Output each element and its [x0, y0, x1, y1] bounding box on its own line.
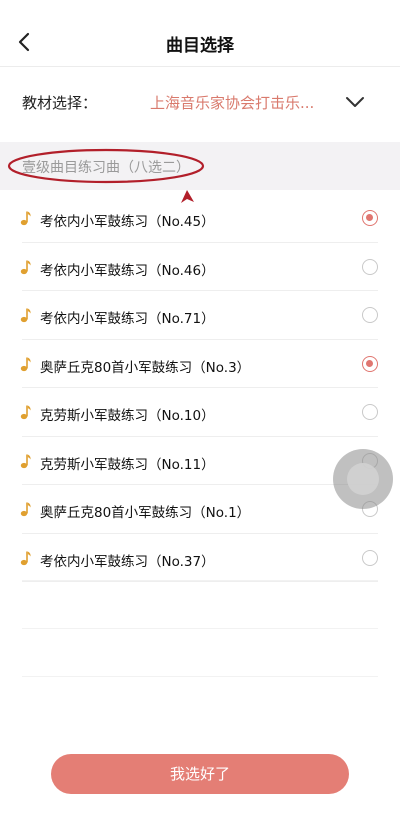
radio-unchecked[interactable]	[362, 549, 378, 566]
music-note-icon	[20, 357, 31, 371]
list-item[interactable]: 考依内小军鼓练习（No.45）	[0, 194, 400, 243]
page-title: 曲目选择	[166, 36, 234, 56]
radio-unchecked[interactable]	[362, 258, 378, 275]
textbook-label: 教材选择：	[22, 94, 98, 112]
textbook-selector[interactable]: 教材选择： 上海音乐家协会打击乐...	[0, 67, 400, 137]
music-note-icon	[20, 454, 31, 468]
list-item[interactable]: 考依内小军鼓练习（No.71）	[0, 291, 400, 340]
textbook-value[interactable]: 上海音乐家协会打击乐...	[150, 92, 322, 113]
empty-divider	[22, 628, 378, 629]
chevron-down-icon[interactable]	[344, 91, 366, 113]
item-label: 考依内小军鼓练习（No.46）	[40, 262, 215, 279]
item-label: 考依内小军鼓练习（No.37）	[40, 553, 215, 570]
list-item[interactable]: 考依内小军鼓练习（No.37）	[0, 534, 400, 582]
item-label: 奥萨丘克80首小军鼓练习（No.3）	[40, 359, 251, 376]
empty-rows	[22, 580, 378, 724]
radio-unchecked[interactable]	[362, 307, 378, 323]
item-label: 考依内小军鼓练习（No.71）	[40, 311, 215, 327]
assistive-touch-inner	[347, 463, 379, 495]
music-note-icon	[20, 551, 31, 565]
item-label: 考依内小军鼓练习（No.45）	[40, 214, 215, 230]
empty-divider	[22, 676, 378, 677]
music-note-icon	[20, 308, 31, 323]
piece-list: 考依内小军鼓练习（No.45） 考依内小军鼓练习（No.46） 考依内小军鼓练习（N…	[0, 194, 400, 582]
confirm-button[interactable]: 我选好了	[51, 754, 349, 794]
list-item[interactable]: 奥萨丘克80首小军鼓练习（No.3）	[0, 340, 400, 388]
radio-checked[interactable]	[362, 210, 378, 226]
music-note-icon	[20, 260, 31, 274]
music-note-icon	[20, 405, 31, 420]
annotation-ellipse	[7, 148, 205, 184]
music-note-icon	[20, 211, 31, 226]
item-label: 克劳斯小军鼓练习（No.10）	[40, 408, 215, 424]
item-label: 克劳斯小军鼓练习（No.11）	[40, 456, 215, 473]
list-item[interactable]: 考依内小军鼓练习（No.46）	[0, 243, 400, 291]
radio-unchecked[interactable]	[362, 404, 378, 420]
item-label: 奥萨丘克80首小军鼓练习（No.1）	[40, 505, 251, 521]
assistive-touch-button[interactable]	[333, 449, 393, 509]
music-note-icon	[20, 502, 31, 517]
list-item[interactable]: 克劳斯小军鼓练习（No.10）	[0, 388, 400, 437]
radio-checked[interactable]	[362, 355, 378, 372]
empty-divider	[22, 580, 378, 581]
